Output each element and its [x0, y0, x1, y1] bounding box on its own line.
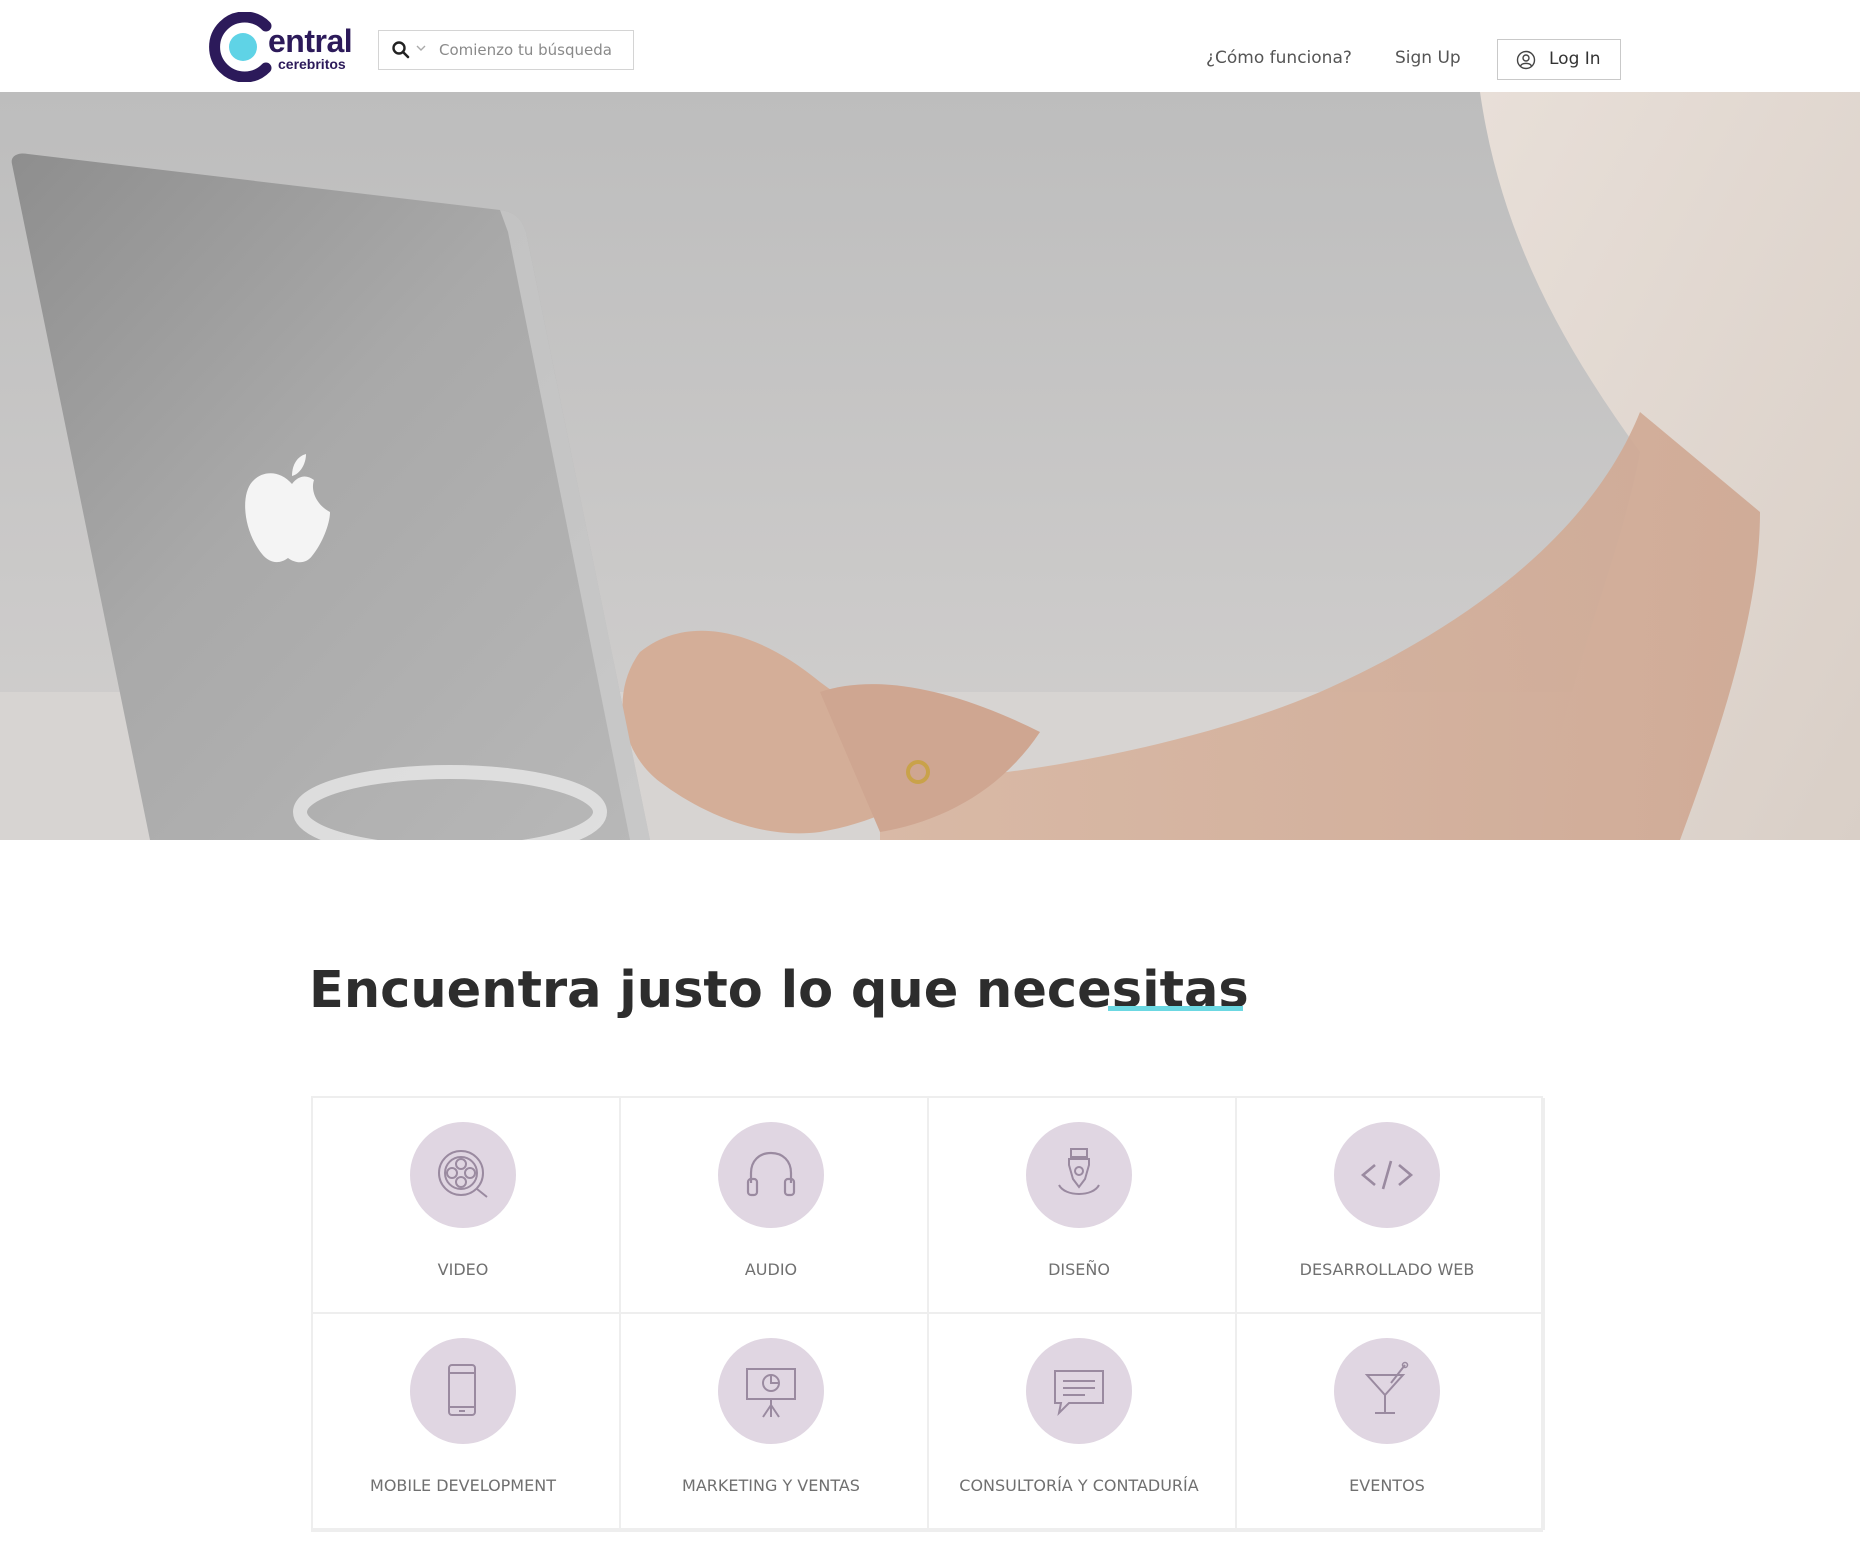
- pen-nib-icon: [1058, 1148, 1100, 1195]
- presentation-chart-icon: [746, 1368, 796, 1418]
- category-label: MARKETING Y VENTAS: [682, 1476, 860, 1495]
- category-diseno[interactable]: DISEÑO: [929, 1098, 1237, 1314]
- user-icon: [1516, 50, 1536, 70]
- category-icon-circle: [1026, 1338, 1132, 1444]
- headphones-icon: [746, 1151, 796, 1197]
- category-icon-circle: [718, 1338, 824, 1444]
- logo-subtext: cerebritos: [278, 56, 346, 72]
- category-icon-circle: [718, 1122, 824, 1228]
- category-label: AUDIO: [744, 1260, 798, 1279]
- category-grid: VIDEO AUDIO DISEÑO DESARROLLADO WEB MOBI…: [311, 1096, 1545, 1532]
- film-reel-icon: [438, 1150, 488, 1198]
- category-label: EVENTOS: [1349, 1476, 1425, 1495]
- category-icon-circle: [1026, 1122, 1132, 1228]
- category-marketing-y-ventas[interactable]: MARKETING Y VENTAS: [621, 1314, 929, 1530]
- section-title: Encuentra justo lo que necesitas: [309, 961, 1249, 1020]
- chat-bubble-icon: [1054, 1370, 1104, 1417]
- category-desarrollado-web[interactable]: DESARROLLADO WEB: [1237, 1098, 1545, 1314]
- logo[interactable]: entral cerebritos: [208, 12, 353, 84]
- mobile-phone-icon: [448, 1364, 476, 1416]
- category-consultoria-y-contaduria[interactable]: CONSULTORÍA Y CONTADURÍA: [929, 1314, 1237, 1530]
- hero-image: [0, 92, 1860, 840]
- title-underline: [1108, 1006, 1243, 1011]
- search-input[interactable]: [439, 37, 625, 63]
- code-icon: [1360, 1160, 1414, 1190]
- category-eventos[interactable]: EVENTOS: [1237, 1314, 1545, 1530]
- category-icon-circle: [410, 1122, 516, 1228]
- logo-text: entral: [268, 23, 353, 59]
- category-video[interactable]: VIDEO: [313, 1098, 621, 1314]
- category-mobile-development[interactable]: MOBILE DEVELOPMENT: [313, 1314, 621, 1530]
- search-box[interactable]: [378, 30, 634, 70]
- category-audio[interactable]: AUDIO: [621, 1098, 929, 1314]
- category-icon-circle: [1334, 1122, 1440, 1228]
- category-icon-circle: [1334, 1338, 1440, 1444]
- category-label: MOBILE DEVELOPMENT: [370, 1476, 556, 1495]
- hero-photo: [0, 92, 1860, 840]
- log-in-button[interactable]: Log In: [1497, 39, 1621, 80]
- nav-how-it-works[interactable]: ¿Cómo funciona?: [1206, 48, 1352, 68]
- category-icon-circle: [410, 1338, 516, 1444]
- chevron-down-icon[interactable]: [416, 43, 426, 53]
- nav-sign-up[interactable]: Sign Up: [1395, 48, 1461, 68]
- log-in-label: Log In: [1549, 49, 1601, 69]
- category-label: DESARROLLADO WEB: [1299, 1260, 1475, 1279]
- cocktail-glass-icon: [1364, 1361, 1409, 1414]
- category-label: DISEÑO: [1048, 1260, 1110, 1279]
- site-header: entral cerebritos ¿Cómo funciona? Sign U…: [0, 0, 1860, 94]
- search-icon[interactable]: [391, 40, 411, 60]
- category-label: VIDEO: [437, 1260, 489, 1279]
- category-label: CONSULTORÍA Y CONTADURÍA: [959, 1476, 1199, 1495]
